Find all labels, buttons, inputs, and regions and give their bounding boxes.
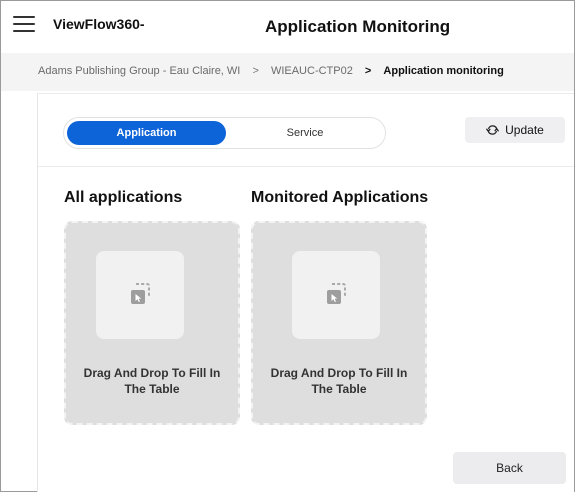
page-title: Application Monitoring [265, 17, 451, 36]
breadcrumb-bar: Adams Publishing Group - Eau Claire, WI … [1, 53, 574, 91]
breadcrumb-separator: > [364, 65, 372, 77]
dropzone-hint: Drag And Drop To Fill In The Table [83, 366, 221, 396]
toggle-application[interactable]: Application [67, 121, 226, 145]
back-button[interactable]: Back [453, 452, 566, 484]
dropzone-hint: Drag And Drop To Fill In The Table [270, 366, 408, 396]
breadcrumb-item-device[interactable]: WIEAUC-CTP02 [271, 65, 353, 77]
drag-drop-icon [292, 251, 380, 339]
section-divider [38, 166, 574, 167]
monitored-applications-dropzone[interactable]: Drag And Drop To Fill In The Table [251, 221, 427, 425]
breadcrumb-item-organization[interactable]: Adams Publishing Group - Eau Claire, WI [38, 65, 240, 77]
drag-drop-icon [96, 251, 184, 339]
update-button[interactable]: Update [465, 117, 565, 143]
toggle-service[interactable]: Service [228, 121, 382, 145]
all-applications-dropzone[interactable]: Drag And Drop To Fill In The Table [64, 221, 240, 425]
breadcrumb: Adams Publishing Group - Eau Claire, WI … [38, 65, 504, 77]
all-applications-title: All applications [64, 189, 183, 206]
breadcrumb-separator: > [252, 65, 259, 77]
hamburger-menu-icon[interactable] [13, 15, 35, 33]
top-header: ViewFlow360- Application Monitoring [1, 1, 574, 53]
update-button-label: Update [505, 123, 544, 137]
refresh-icon [486, 125, 499, 135]
monitored-applications-title: Monitored Applications [251, 189, 429, 206]
breadcrumb-item-current: Application monitoring [383, 65, 504, 77]
app-window: ViewFlow360- Application Monitoring Adam… [0, 0, 575, 492]
brand-name: ViewFlow360- [53, 16, 145, 32]
view-toggle: Application Service [63, 117, 386, 149]
